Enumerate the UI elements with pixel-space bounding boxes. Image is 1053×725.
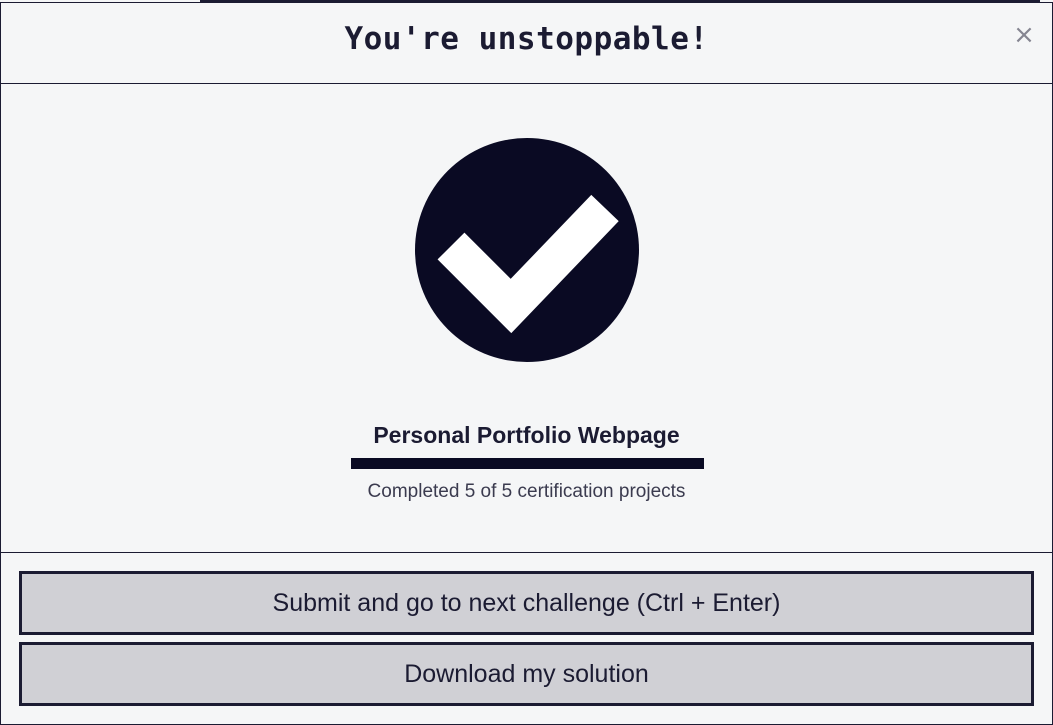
progress-bar: [351, 458, 704, 469]
project-title: Personal Portfolio Webpage: [373, 422, 680, 448]
completion-modal: You're unstoppable! × Personal Portfolio…: [0, 2, 1053, 725]
check-circle-icon: [415, 138, 639, 362]
modal-body: Personal Portfolio Webpage Completed 5 o…: [1, 84, 1052, 553]
modal-footer: Submit and go to next challenge (Ctrl + …: [1, 553, 1052, 724]
progress-text: Completed 5 of 5 certification projects: [367, 481, 686, 502]
download-solution-button[interactable]: Download my solution: [19, 642, 1034, 706]
modal-title: You're unstoppable!: [344, 21, 709, 57]
modal-header: You're unstoppable! ×: [1, 3, 1052, 84]
progress-bar-fill: [351, 458, 704, 469]
close-button[interactable]: ×: [1010, 21, 1038, 49]
submit-next-challenge-button[interactable]: Submit and go to next challenge (Ctrl + …: [19, 571, 1034, 635]
